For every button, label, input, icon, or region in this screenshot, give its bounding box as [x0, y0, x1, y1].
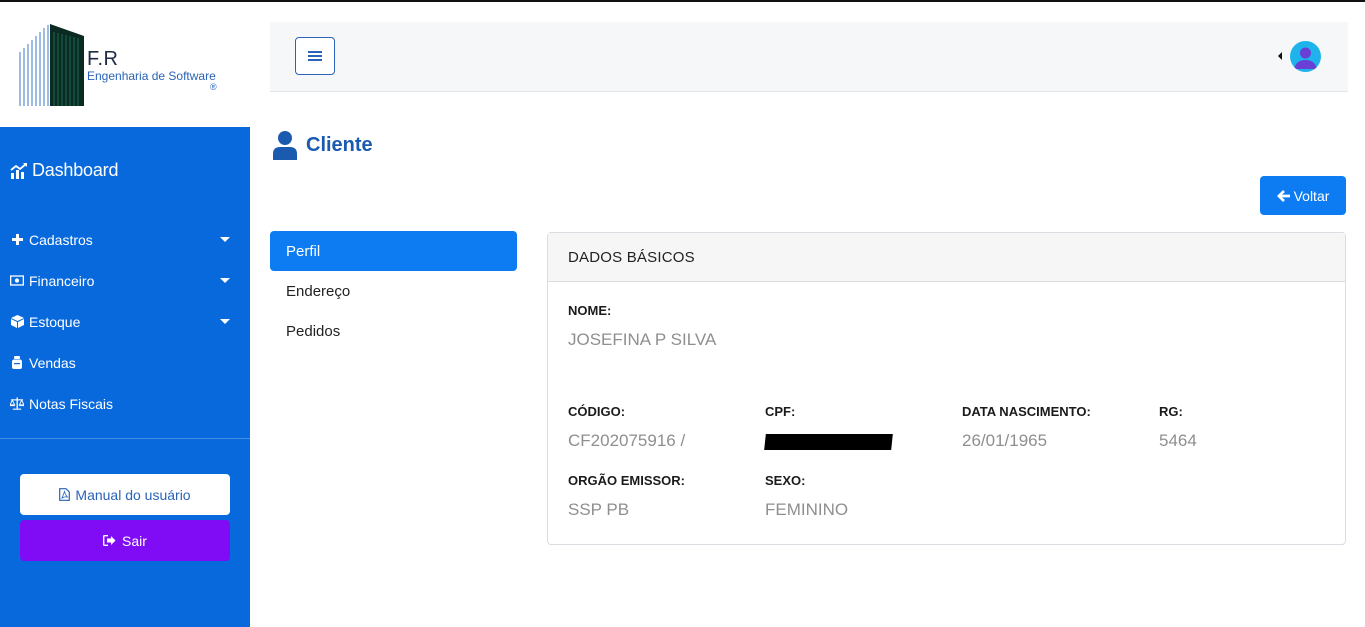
field-codigo: CÓDIGO: CF202075916 / — [568, 404, 685, 451]
back-label: Voltar — [1293, 187, 1330, 204]
profile-tabs: Perfil Endereço Pedidos — [270, 231, 517, 351]
brand-subtitle: Engenharia de Software — [87, 69, 216, 83]
field-cpf: CPF: — [764, 404, 893, 455]
field-label: ORGÃO EMISSOR: — [568, 473, 686, 488]
field-orgao-emissor: ORGÃO EMISSOR: SSP PB — [568, 473, 685, 520]
user-icon — [1294, 47, 1317, 69]
field-value: 5464 — [1159, 431, 1197, 450]
user-manual-button[interactable]: Manual do usuário — [20, 474, 230, 515]
plus-icon — [10, 233, 24, 247]
sidebar-item-label: Cadastros — [29, 231, 93, 248]
page-title-text: Cliente — [306, 133, 373, 156]
sidebar-item-notas-fiscais[interactable]: Notas Fiscais — [0, 383, 250, 424]
sidebar-item-estoque[interactable]: Estoque — [0, 301, 250, 342]
field-data-nascimento: DATA NASCIMENTO: 26/01/1965 — [962, 404, 1091, 451]
brand-name: F.R — [87, 48, 119, 70]
field-label: NOME: — [568, 303, 612, 318]
sidebar-item-label: Vendas — [29, 354, 76, 371]
sidebar-item-label: Notas Fiscais — [29, 395, 114, 412]
redaction-bar — [764, 434, 893, 450]
field-value: SSP PB — [568, 500, 630, 519]
sidebar-item-label: Financeiro — [29, 272, 95, 289]
back-button[interactable]: Voltar — [1260, 176, 1346, 215]
caret-down-icon — [220, 319, 230, 324]
field-label: DATA NASCIMENTO: — [962, 404, 1091, 419]
field-value-redacted — [764, 431, 893, 455]
cube-icon — [10, 315, 24, 329]
field-nome: NOME: JOSEFINA P SILVA — [568, 303, 716, 350]
arrow-left-icon — [1276, 189, 1290, 202]
field-value: FEMININO — [765, 500, 849, 519]
caret-down-icon — [220, 237, 230, 242]
field-value: CF202075916 / — [568, 431, 686, 450]
tab-endereco[interactable]: Endereço — [270, 271, 517, 311]
basic-data-card: DADOS BÁSICOS NOME: JOSEFINA P SILVA CÓD… — [547, 232, 1346, 545]
tab-perfil[interactable]: Perfil — [270, 231, 517, 271]
caret-down-icon — [220, 278, 230, 283]
sidebar-item-cadastros[interactable]: Cadastros — [0, 219, 250, 260]
user-manual-label: Manual do usuário — [75, 486, 191, 503]
top-navbar — [270, 22, 1348, 92]
scale-icon — [10, 397, 24, 411]
sidebar-dashboard-label: Dashboard — [32, 160, 119, 180]
money-bag-icon — [10, 356, 24, 370]
field-sexo: SEXO: FEMININO — [765, 473, 848, 520]
user-icon — [273, 131, 297, 160]
sidebar-menu: Cadastros Financeiro Estoque Vendas Nota… — [0, 219, 250, 424]
card-header: DADOS BÁSICOS — [548, 233, 1345, 282]
field-label: RG: — [1159, 404, 1183, 419]
field-value: 26/01/1965 — [962, 431, 1048, 450]
sidebar-item-vendas[interactable]: Vendas — [0, 342, 250, 383]
user-avatar[interactable] — [1290, 41, 1321, 72]
field-label: CPF: — [765, 404, 796, 419]
pdf-file-icon — [59, 488, 71, 501]
sidebar-divider — [0, 438, 250, 439]
tab-pedidos[interactable]: Pedidos — [270, 311, 517, 351]
field-value: JOSEFINA P SILVA — [568, 330, 717, 349]
chart-icon — [10, 162, 27, 179]
field-rg: RG: 5464 — [1159, 404, 1197, 451]
sidebar-item-dashboard[interactable]: Dashboard — [10, 160, 118, 181]
brand-registered-mark: ® — [210, 82, 217, 92]
sign-out-icon — [103, 535, 116, 546]
menu-icon — [308, 51, 322, 61]
building-logo-icon — [19, 24, 84, 106]
logout-button[interactable]: Sair — [20, 520, 230, 561]
logout-label: Sair — [122, 532, 147, 549]
brand-logo: F.R Engenharia de Software ® — [0, 2, 250, 127]
sidebar-item-financeiro[interactable]: Financeiro — [0, 260, 250, 301]
money-icon — [10, 274, 24, 288]
page-title: Cliente — [272, 130, 373, 160]
sidebar: Dashboard Cadastros Financeiro Estoque V… — [0, 127, 250, 627]
field-label: SEXO: — [765, 473, 806, 488]
caret-left-icon[interactable] — [1278, 52, 1282, 60]
field-label: CÓDIGO: — [568, 404, 626, 419]
sidebar-toggle-button[interactable] — [295, 37, 335, 75]
sidebar-item-label: Estoque — [29, 313, 81, 330]
